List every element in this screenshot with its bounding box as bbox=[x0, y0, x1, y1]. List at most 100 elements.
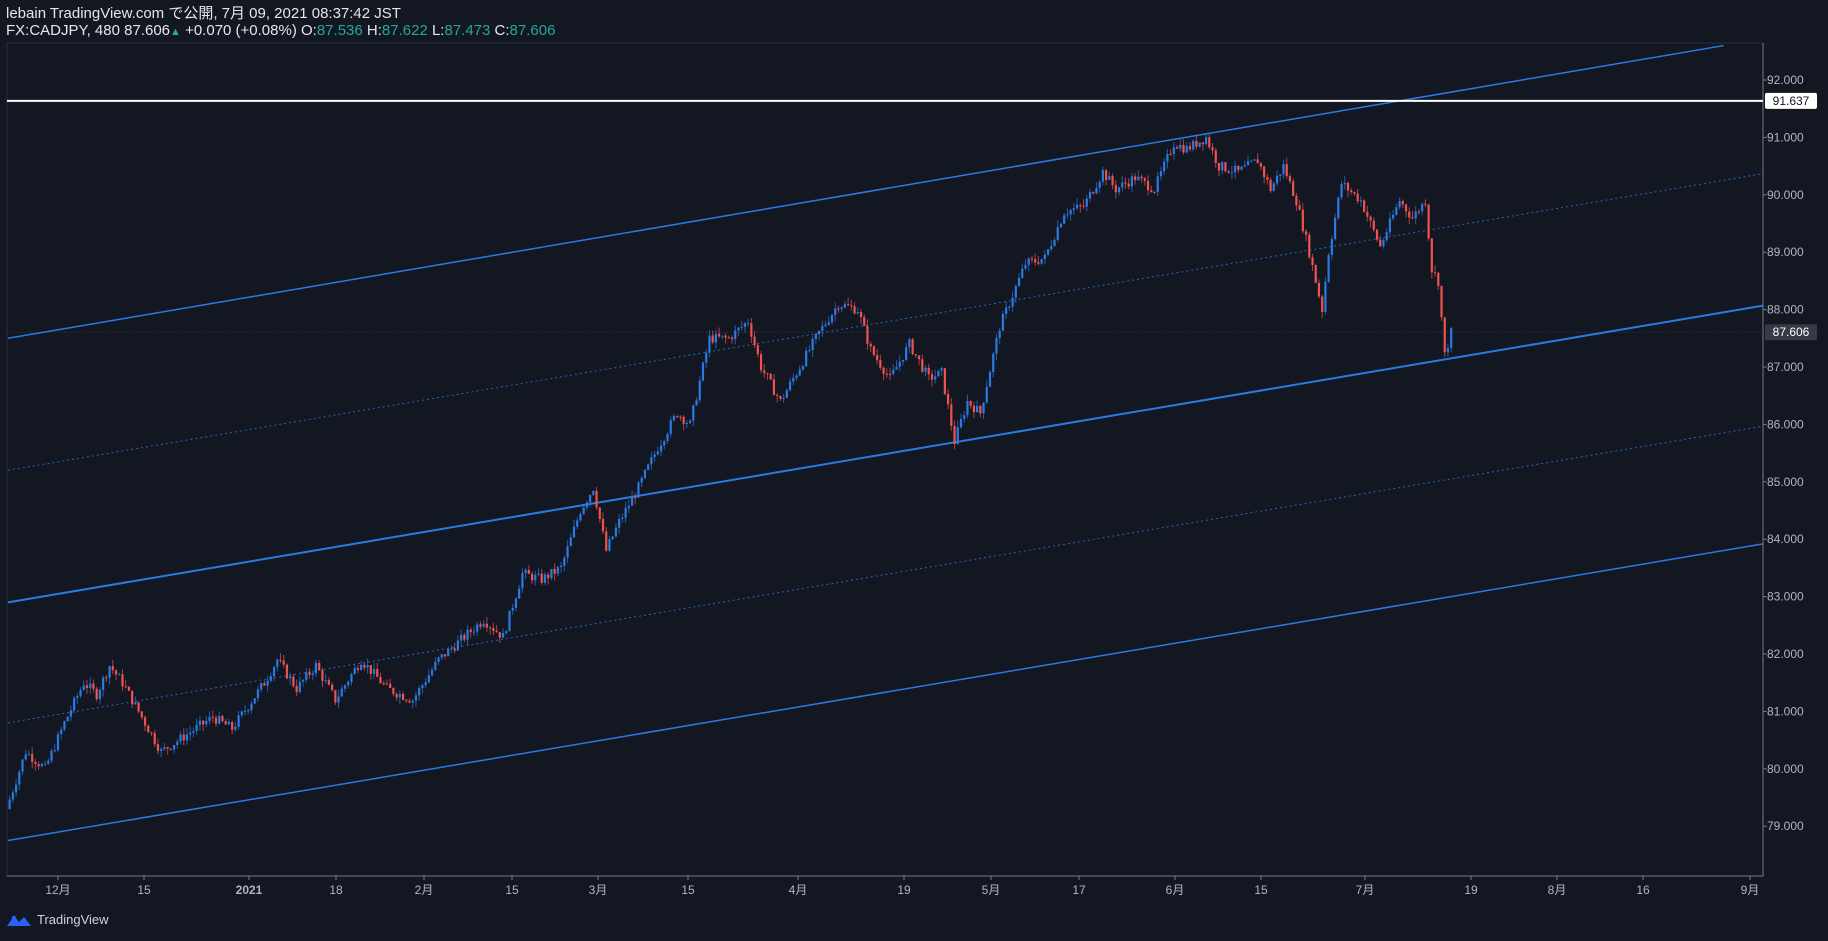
candle bbox=[1140, 174, 1143, 183]
candle bbox=[79, 686, 82, 698]
channel-lower-line[interactable] bbox=[7, 543, 1764, 842]
candle bbox=[66, 716, 69, 722]
candle bbox=[301, 678, 305, 687]
candle bbox=[853, 302, 856, 315]
candle bbox=[1075, 198, 1079, 210]
candle bbox=[885, 368, 888, 378]
candle bbox=[743, 322, 747, 333]
channel-upper-mid-line[interactable] bbox=[7, 173, 1764, 471]
candle bbox=[298, 676, 301, 694]
candle bbox=[985, 380, 988, 404]
candle bbox=[679, 414, 682, 421]
candle bbox=[311, 670, 314, 681]
candle bbox=[1024, 259, 1027, 271]
candle bbox=[337, 689, 340, 709]
candle bbox=[905, 342, 908, 362]
candle bbox=[927, 364, 930, 381]
candle bbox=[1066, 208, 1069, 219]
candle bbox=[940, 366, 943, 376]
price-chart[interactable]: 92.000 91.000 90.000 89.000 88.000 87.000 86.0… bbox=[0, 0, 1828, 941]
candle bbox=[869, 341, 872, 352]
candle bbox=[876, 348, 879, 365]
brand-label: TradingView bbox=[37, 912, 109, 927]
price-axis[interactable]: 92.000 91.000 90.000 89.000 88.000 87.000 86.0… bbox=[1763, 73, 1804, 833]
time-axis[interactable]: 12月 15 2021 18 2月 15 3月 15 4月 19 5月 17 6月 15 7月 19 8月 16 9… bbox=[45, 876, 1759, 897]
candle bbox=[976, 400, 979, 413]
candle bbox=[1366, 205, 1369, 222]
candle bbox=[966, 394, 969, 419]
candle bbox=[1256, 153, 1259, 164]
candle bbox=[759, 350, 763, 374]
candle bbox=[137, 701, 140, 714]
candle bbox=[917, 355, 921, 366]
time-tick-label: 19 bbox=[897, 883, 911, 897]
candle bbox=[243, 704, 247, 716]
candle bbox=[421, 683, 424, 694]
candle bbox=[1221, 161, 1224, 175]
candle bbox=[598, 506, 601, 524]
candle bbox=[669, 416, 672, 438]
candle bbox=[1143, 177, 1146, 186]
candle bbox=[708, 330, 711, 358]
candle bbox=[792, 373, 795, 386]
candle bbox=[798, 365, 801, 377]
candle bbox=[1072, 202, 1075, 215]
candle bbox=[1321, 294, 1324, 319]
time-tick-label: 19 bbox=[1464, 883, 1478, 897]
candle bbox=[898, 355, 901, 372]
candle bbox=[1446, 343, 1450, 357]
candle bbox=[1069, 208, 1072, 221]
candle bbox=[698, 376, 701, 404]
candle bbox=[1333, 213, 1337, 241]
candle bbox=[650, 451, 653, 470]
time-tick-label: 16 bbox=[1636, 883, 1650, 897]
candle bbox=[437, 656, 440, 665]
price-tick-label: 92.000 bbox=[1767, 73, 1804, 87]
time-tick-label: 5月 bbox=[982, 883, 1001, 897]
candle bbox=[827, 316, 830, 327]
channel-upper-line[interactable] bbox=[7, 44, 1724, 340]
candle bbox=[537, 567, 540, 577]
price-tick-label: 91.000 bbox=[1767, 130, 1804, 144]
candle bbox=[366, 658, 369, 674]
candle bbox=[1111, 173, 1114, 189]
candle bbox=[463, 632, 466, 643]
candle bbox=[211, 710, 214, 723]
svg-text:91.637: 91.637 bbox=[1773, 94, 1810, 108]
candle bbox=[840, 306, 843, 313]
candle bbox=[769, 372, 772, 381]
candle bbox=[1192, 139, 1195, 152]
candle bbox=[921, 354, 924, 374]
candle bbox=[1230, 165, 1233, 180]
candle bbox=[424, 678, 427, 689]
candle bbox=[263, 680, 266, 686]
candle bbox=[943, 368, 946, 396]
candle bbox=[40, 762, 43, 768]
candle bbox=[98, 687, 102, 704]
candle bbox=[1234, 160, 1237, 179]
candle bbox=[830, 313, 834, 325]
candle bbox=[1030, 255, 1034, 263]
channel-layer bbox=[7, 44, 1764, 842]
candle bbox=[1163, 157, 1166, 176]
candle bbox=[1053, 237, 1056, 247]
candle bbox=[834, 302, 837, 322]
candle bbox=[1201, 142, 1204, 151]
candle bbox=[801, 364, 805, 372]
candle bbox=[782, 393, 785, 403]
candle bbox=[785, 388, 788, 399]
candle bbox=[1308, 231, 1311, 260]
candle bbox=[805, 347, 808, 368]
channel-middle-line[interactable] bbox=[7, 304, 1764, 604]
candle bbox=[763, 363, 766, 379]
candle bbox=[521, 568, 524, 594]
candle bbox=[405, 698, 408, 703]
candle bbox=[1427, 203, 1430, 241]
candle bbox=[260, 682, 263, 693]
candle bbox=[485, 617, 489, 632]
candle bbox=[1272, 181, 1275, 192]
footer-brand[interactable]: TradingView bbox=[6, 912, 109, 927]
candle bbox=[131, 690, 134, 708]
candle bbox=[118, 672, 121, 676]
candle bbox=[908, 337, 911, 354]
